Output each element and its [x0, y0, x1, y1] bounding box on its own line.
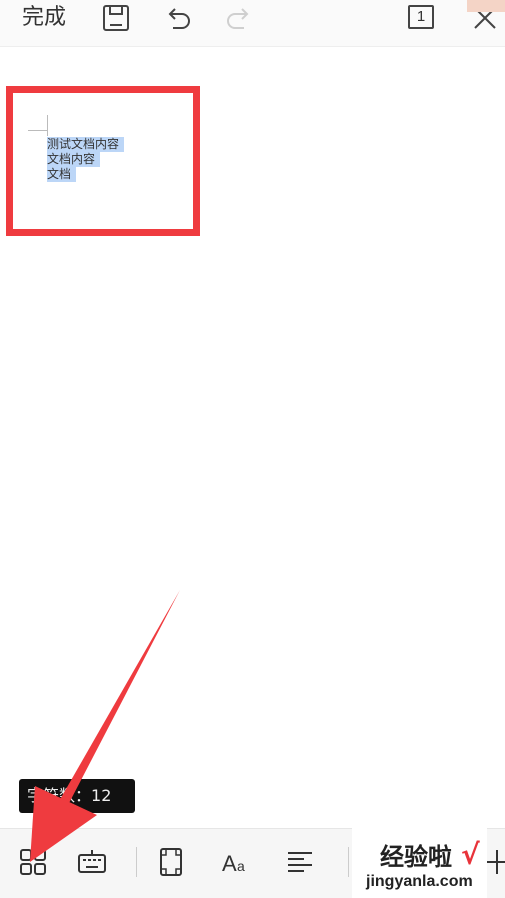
redo-icon[interactable]: [224, 3, 254, 33]
watermark-check-icon: √: [461, 838, 480, 871]
apps-grid-icon[interactable]: [18, 847, 48, 877]
word-count-value: 12: [91, 786, 112, 805]
undo-icon[interactable]: [163, 3, 193, 33]
save-icon[interactable]: [101, 3, 131, 33]
word-count-tooltip: 字符数：12: [19, 779, 135, 813]
toolbar-separator: [136, 847, 137, 877]
watermark-title: 经验啦: [380, 843, 452, 871]
keyboard-icon[interactable]: [77, 847, 107, 877]
page-frame-icon[interactable]: [156, 847, 186, 877]
corner-decoration: [467, 0, 505, 12]
svg-text:A: A: [222, 851, 237, 876]
word-count-label: 字符数：: [27, 786, 92, 805]
highlight-box: [6, 86, 200, 236]
svg-text:a: a: [237, 858, 245, 874]
align-left-icon[interactable]: [285, 847, 315, 877]
page-count-button[interactable]: 1: [408, 5, 434, 29]
top-toolbar: 完成 1: [0, 0, 505, 47]
app-screen: 完成 1 测试文档内容 文档内容 文档 字符数：12 A a 经验啦 √ jin…: [0, 0, 505, 898]
toolbar-separator: [348, 847, 349, 877]
font-icon[interactable]: A a: [220, 847, 250, 877]
done-button[interactable]: 完成: [22, 5, 66, 31]
watermark-url: jingyanla.com: [366, 873, 473, 890]
